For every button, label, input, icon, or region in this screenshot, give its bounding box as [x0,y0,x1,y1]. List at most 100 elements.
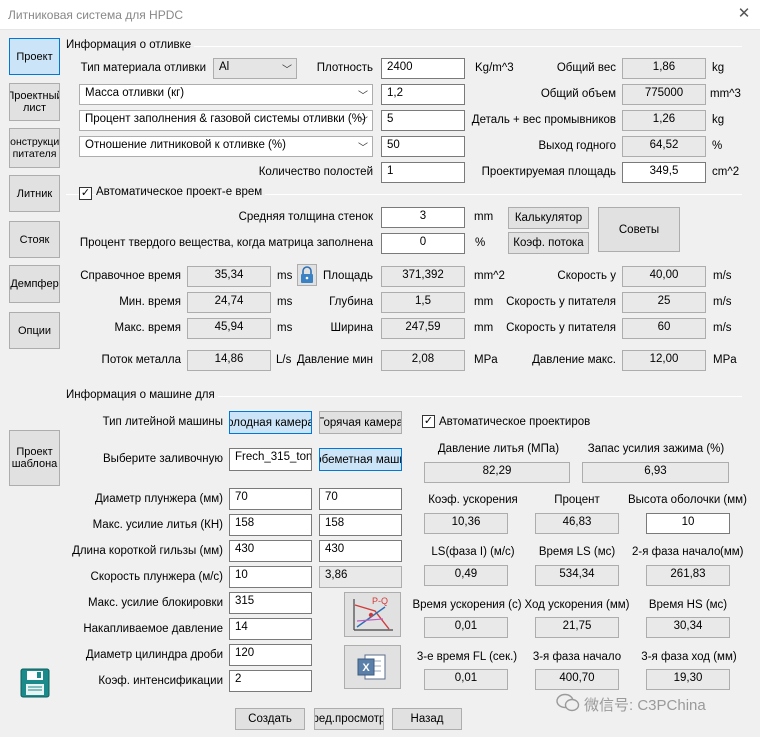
tips-button[interactable]: Советы [598,207,680,252]
ph3-stroke-label: 3-я фаза ход (мм) [641,651,737,663]
excel-icon: X [357,654,386,680]
intens-input[interactable]: 2 [229,670,312,692]
cast-p-value: 82,29 [424,462,570,483]
clamp-label: Запас усилия зажима (%) [587,443,725,455]
gate-speed-unit-1: m/s [713,296,732,308]
area-unit: mm^2 [474,270,505,282]
ph3-start-label: 3-я фаза начало [532,651,622,663]
nav-shablon-button[interactable]: Проект шаблона [9,430,60,486]
gate-ratio-combo[interactable]: Отношение литниковой к отливке (%) ﹀ [79,136,373,157]
total-weight-value: 1,86 [622,58,706,79]
nav-opcii-button[interactable]: Опции [9,312,60,349]
cavities-input[interactable]: 1 [381,162,465,183]
create-button[interactable]: Создать [235,708,305,730]
solid-input[interactable]: 0 [381,233,465,254]
plunger-d-input-2[interactable]: 70 [319,488,402,510]
lock-force-input[interactable]: 315 [229,592,312,614]
fill-percent-combo[interactable]: Процент заполнения & газовой системы отл… [79,110,373,131]
sleeve-input-1[interactable]: 430 [229,540,312,562]
material-value: Al [219,61,230,73]
max-force-input-1[interactable]: 158 [229,514,312,536]
hot-chamber-button[interactable]: Горячая камера [319,411,402,434]
min-time-unit: ms [277,296,293,308]
lock-force-label: Макс. усилие блокировки [87,597,223,609]
pmin-unit: MPa [474,354,498,366]
gate-ratio-input[interactable]: 50 [381,136,465,157]
depth-label: Глубина [329,296,373,308]
material-combo[interactable]: Al ﹀ [213,58,297,79]
yield-label: Выход годного [538,140,617,152]
preview-button[interactable]: ред.просмотр [314,708,384,730]
chevron-down-icon: ﹀ [358,143,368,154]
gate-speed-value-2: 60 [622,318,706,339]
part-wash-unit: kg [712,114,725,126]
ref-time-value: 35,34 [187,266,271,287]
width-label: Ширина [330,322,373,334]
nav-litnik-button[interactable]: Литник [9,175,60,212]
close-icon[interactable]: ✕ [735,5,753,23]
calculator-button[interactable]: Калькулятор [508,207,589,229]
auto-machine-label: Автоматическое проектиров [439,416,591,428]
save-icon[interactable] [20,668,50,698]
auto-machine-checkbox[interactable]: ✓ [422,415,435,428]
shell-input[interactable]: 10 [646,513,730,534]
sleeve-input-2[interactable]: 430 [319,540,402,562]
proj-area-unit: cm^2 [712,166,740,178]
flow-coef-button[interactable]: Коэф. потока [508,232,589,254]
acc-stroke-value: 21,75 [535,617,619,638]
nav-konstrukciya-button[interactable]: Конструкция питателя [9,128,60,168]
nav-stoyak-button[interactable]: Стояк [9,221,60,258]
proj-area-input[interactable]: 349,5 [622,162,706,183]
svg-text:X: X [362,662,370,674]
width-value: 247,59 [381,318,465,339]
accum-input[interactable]: 14 [229,618,312,640]
shot-cyl-input[interactable]: 120 [229,644,312,666]
auto-design-checkbox[interactable]: ✓ [79,187,92,200]
max-force-label: Макс. усилие литья (КН) [92,519,223,531]
nav-dempfer-button[interactable]: Демпфер [9,265,60,303]
proj-area-label: Проектируемая площадь [481,166,616,178]
gate-ratio-text: Отношение литниковой к отливке (%) [85,139,286,151]
wall-unit: mm [474,211,494,223]
total-volume-value: 775000 [622,84,706,105]
machine-db-button[interactable]: обеметная маши [319,448,402,471]
pq-diagram-button[interactable]: P-Q [344,592,401,637]
accel-value: 10,36 [424,513,508,534]
cold-chamber-button[interactable]: олодная камера [229,411,312,434]
auto-design-label: Автоматическое проект-е врем [96,186,266,198]
total-volume-label: Общий объем [540,88,616,100]
fl3-label: 3-е время FL (сек.) [416,651,518,663]
casting-mass-combo[interactable]: Масса отливки (кг) ﹀ [79,84,373,105]
depth-value: 1,5 [381,292,465,313]
nav-proektny-list-button[interactable]: Проектный лист [9,83,60,121]
ph2-start-label: 2-я фаза начало [632,546,721,558]
yield-unit: % [712,140,723,152]
fill-percent-input[interactable]: 5 [381,110,465,131]
wall-input[interactable]: 3 [381,207,465,228]
select-machine-label: Выберите заливочную [103,453,223,465]
solid-label: Процент твердого вещества, когда матрица… [79,237,373,249]
excel-export-button[interactable]: X [344,645,401,689]
fl3-value: 0,01 [424,669,508,690]
acc-stroke-label: Ход ускорения (мм) [524,599,630,611]
plunger-speed-value-2: 3,86 [319,566,402,588]
back-button[interactable]: Назад [392,708,462,730]
max-force-input-2[interactable]: 158 [319,514,402,536]
part-wash-value: 1,26 [622,110,706,131]
fill-percent-text: Процент заполнения & газовой системы отл… [85,113,366,125]
ph3-stroke-value: 19,30 [646,669,730,690]
cast-p-label: Давление литья (МПа) [437,443,560,455]
ph2-start-value: 261,83 [646,565,730,586]
casting-mass-input[interactable]: 1,2 [381,84,465,105]
plunger-d-input-1[interactable]: 70 [229,488,312,510]
depth-unit: mm [474,296,494,308]
yield-value: 64,52 [622,136,706,157]
density-input[interactable]: 2400 [381,58,465,79]
flow-value: 14,86 [187,350,271,371]
select-machine-input[interactable]: Frech_315_ton [229,448,312,471]
pmax-label: Давление макс. [532,354,616,366]
wall-label: Средняя толщина стенок [238,211,373,223]
plunger-speed-input-1[interactable]: 10 [229,566,312,588]
nav-proekt-button[interactable]: Проект [9,38,60,75]
machine-group-title: Информация о машине для [66,389,218,401]
